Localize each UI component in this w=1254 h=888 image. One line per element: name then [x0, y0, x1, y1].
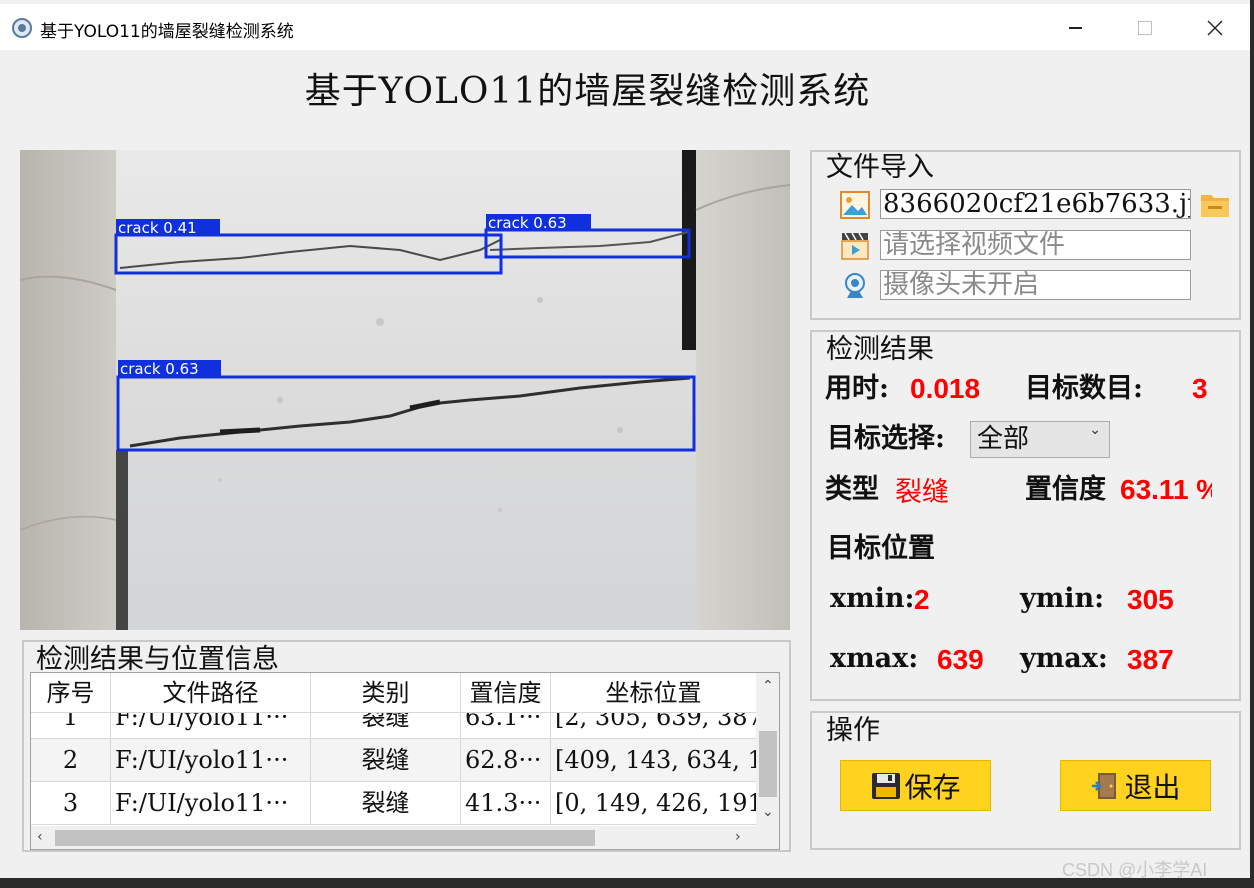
ymax-value: 387: [1127, 644, 1174, 675]
video-file-field[interactable]: 请选择视频文件: [880, 230, 1191, 260]
exit-button[interactable]: 退出: [1060, 760, 1211, 811]
xmax-value: 639: [937, 644, 984, 675]
image-file-icon[interactable]: [840, 191, 870, 219]
video-file-icon[interactable]: [840, 231, 870, 261]
ymin-label: ymin:: [1020, 583, 1105, 614]
cell-coords: [409, 143, 634, 173: [555, 746, 756, 774]
window-edge-bottom: [0, 878, 1254, 888]
confidence-value: 63.11 %: [1120, 476, 1212, 504]
time-label: 用时:: [825, 373, 889, 404]
column-header-path[interactable]: 文件路径: [111, 673, 311, 713]
camera-field[interactable]: 摄像头未开启: [880, 270, 1191, 300]
minimize-button[interactable]: [1052, 8, 1098, 48]
column-header-coords[interactable]: 坐标位置: [551, 673, 756, 713]
image-file-field[interactable]: 8366020cf21e6b7633.jpg: [880, 189, 1191, 219]
scroll-left-icon[interactable]: ‹: [37, 830, 43, 844]
operations-title: 操作: [822, 717, 884, 744]
detection-image-view: crack 0.41 crack 0.63 crack 0.63: [20, 150, 790, 630]
scroll-up-icon[interactable]: ⌃: [762, 679, 774, 693]
cell-index: 2: [31, 739, 111, 782]
target-count-value: 3: [1192, 373, 1208, 404]
target-position-label: 目标位置: [827, 533, 935, 564]
chevron-down-icon: ⌄: [1089, 422, 1101, 438]
file-import-title: 文件导入: [822, 154, 938, 181]
crack-image: crack 0.41 crack 0.63 crack 0.63: [20, 150, 790, 630]
cell-class: 裂缝: [311, 739, 461, 782]
results-table[interactable]: 序号 文件路径 类别 置信度 坐标位置 1 F:/UI/yolo11··· 裂缝…: [30, 672, 780, 850]
exit-door-icon: [1092, 772, 1117, 799]
xmin-value: 2: [914, 584, 930, 615]
scroll-right-icon[interactable]: ›: [735, 830, 741, 844]
scroll-down-icon[interactable]: ⌄: [762, 805, 774, 819]
table-row[interactable]: 2 F:/UI/yolo11··· 裂缝 62.8··· [409, 143, …: [31, 739, 756, 782]
folder-open-icon[interactable]: [1199, 191, 1231, 219]
cell-index: 3: [31, 782, 111, 825]
type-label: 类型: [825, 474, 879, 505]
table-row[interactable]: 3 F:/UI/yolo11··· 裂缝 41.3··· [0, 149, 42…: [31, 782, 756, 825]
scrollbar-corner: [756, 826, 779, 849]
detection-label: crack 0.63: [120, 360, 199, 378]
type-value: 裂缝: [895, 477, 949, 508]
title-bar[interactable]: 基于YOLO11的墙屋裂缝检测系统: [0, 4, 1250, 50]
camera-icon[interactable]: [842, 272, 868, 300]
page-title: 基于YOLO11的墙屋裂缝检测系统: [304, 71, 871, 112]
ymin-value: 305: [1127, 584, 1174, 615]
window-edge-right: [1250, 0, 1254, 888]
target-select-value: 全部: [977, 424, 1030, 454]
vertical-scroll-thumb[interactable]: [759, 731, 777, 797]
table-header: 序号 文件路径 类别 置信度 坐标位置: [31, 673, 756, 713]
column-header-class[interactable]: 类别: [311, 673, 461, 713]
target-select-label: 目标选择:: [827, 423, 945, 454]
maximize-button[interactable]: [1122, 8, 1168, 48]
target-count-label: 目标数目:: [1025, 373, 1143, 404]
save-icon: [872, 772, 901, 799]
cell-class: 裂缝: [311, 782, 461, 825]
window-title: 基于YOLO11的墙屋裂缝检测系统: [40, 22, 294, 42]
confidence-clip: 63.11 %: [1120, 476, 1212, 504]
cell-confidence: 62.8···: [461, 739, 551, 782]
xmax-label: xmax:: [830, 643, 919, 674]
vertical-scrollbar[interactable]: ⌃ ⌄: [756, 673, 779, 827]
detection-label: crack 0.63: [488, 214, 567, 232]
ymax-label: ymax:: [1020, 643, 1108, 674]
detection-label: crack 0.41: [118, 219, 197, 237]
target-select[interactable]: 全部 ⌄: [970, 421, 1110, 458]
exit-button-label: 退出: [1124, 770, 1181, 804]
time-value: 0.018: [910, 373, 981, 404]
close-icon: [1207, 20, 1223, 36]
horizontal-scrollbar[interactable]: ‹ ›: [31, 826, 756, 849]
cell-confidence: 41.3···: [461, 782, 551, 825]
horizontal-scroll-thumb[interactable]: [55, 830, 595, 846]
save-button-label: 保存: [904, 770, 961, 804]
main-window: 基于YOLO11的墙屋裂缝检测系统 基于YOLO11的墙屋裂缝检测系统 crac…: [0, 0, 1254, 888]
cell-path: F:/UI/yolo11···: [111, 739, 311, 782]
cell-path: F:/UI/yolo11···: [111, 782, 311, 825]
confidence-label: 置信度: [1025, 474, 1106, 505]
xmin-label: xmin:: [830, 583, 915, 614]
save-button[interactable]: 保存: [840, 760, 991, 811]
detection-result-title: 检测结果: [822, 336, 938, 363]
close-button[interactable]: [1192, 8, 1238, 48]
column-header-confidence[interactable]: 置信度: [461, 673, 551, 713]
results-table-title: 检测结果与位置信息: [32, 646, 283, 673]
maximize-icon: [1138, 21, 1152, 35]
minimize-icon: [1068, 27, 1082, 29]
column-header-index[interactable]: 序号: [31, 673, 111, 713]
cell-coords: [0, 149, 426, 191]: [555, 789, 756, 817]
app-icon: [12, 18, 32, 38]
